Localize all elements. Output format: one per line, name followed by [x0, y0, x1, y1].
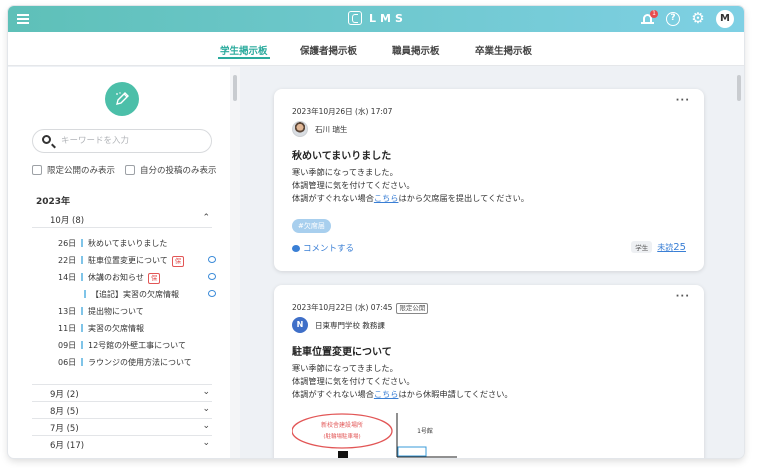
bell-icon[interactable]: 1 — [640, 10, 658, 27]
parking-map-image[interactable]: 新校舎建設場所 (駐輪場駐車場) 1号館 — [292, 411, 472, 458]
notification-badge: 1 — [650, 10, 658, 18]
read-status: 学生 未読25 — [631, 241, 686, 253]
list-item[interactable]: 06日 ラウンジの使用方法について — [58, 357, 218, 372]
app-logo: LMS — [348, 11, 407, 25]
checkbox[interactable] — [125, 165, 135, 175]
chevron-down-icon: ⌄ — [202, 438, 210, 448]
list-item[interactable]: 13日 提出物について — [58, 306, 218, 321]
map-label-site: 新校舎建設場所 — [321, 421, 363, 429]
top-bar: LMS 1 ? ⚙ M — [8, 6, 744, 32]
tab-alumni-board[interactable]: 卒業生掲示板 — [475, 43, 532, 57]
chevron-up-icon: ⌃ — [202, 213, 210, 223]
sidebar-scrollbar[interactable] — [230, 67, 240, 458]
logo-icon — [348, 11, 362, 25]
gear-icon[interactable]: ⚙ — [690, 11, 706, 27]
more-options-icon[interactable]: ··· — [676, 95, 690, 106]
comment-icon — [208, 273, 216, 280]
tab-student-board[interactable]: 学生掲示板 — [218, 43, 270, 59]
post-date: 2023年10月22日 (水) 07:45 限定公開 — [292, 302, 429, 314]
more-options-icon[interactable]: ··· — [676, 291, 690, 302]
comment-icon — [208, 256, 216, 263]
comment-icon — [292, 244, 300, 252]
post-author: 石川 瑞生 — [292, 121, 347, 137]
user-avatar[interactable]: M — [716, 10, 734, 28]
author-avatar: N — [292, 317, 308, 333]
board-tabs: 学生掲示板 保護者掲示板 職員掲示板 卒業生掲示板 — [8, 32, 744, 66]
month-row-september[interactable]: 9月 (2) ⌄ — [32, 384, 212, 401]
search-icon — [42, 135, 51, 144]
post-card: ··· 2023年10月22日 (水) 07:45 限定公開 N 日東専門学校 教… — [274, 285, 704, 458]
chevron-down-icon: ⌄ — [202, 387, 210, 397]
tag-badge: 保 — [147, 273, 161, 284]
hashtag-chip[interactable]: #欠席届 — [292, 219, 331, 233]
comment-icon — [208, 290, 216, 297]
checkbox[interactable] — [32, 165, 42, 175]
post-date: 2023年10月26日 (水) 17:07 — [292, 107, 393, 116]
post-author: N 日東専門学校 教務課 — [292, 317, 385, 333]
filter-own-posts[interactable]: 自分の投稿のみ表示 — [125, 164, 217, 176]
map-label-building: 1号館 — [417, 427, 433, 435]
main-scrollbar[interactable] — [734, 67, 744, 458]
audience-badge: 学生 — [631, 241, 653, 253]
post-title: 駐車位置変更について — [292, 347, 392, 358]
tag-badge: 保 — [171, 256, 185, 267]
list-item[interactable]: 22日 駐車位置変更について保 — [58, 255, 218, 270]
post-title: 秋めいてまいりました — [292, 151, 392, 162]
list-item[interactable]: 09日 12号館の外壁工事について — [58, 340, 218, 355]
list-item[interactable]: 【追記】実習の欠席情報 — [84, 289, 218, 304]
app-window: LMS 1 ? ⚙ M 学生掲示板 保護者掲示板 職員掲示板 卒業生掲示板 キー… — [8, 6, 744, 458]
link-here[interactable]: こちら — [374, 193, 399, 203]
map-label-parking: (駐輪場駐車場) — [323, 432, 360, 440]
post-card: ··· 2023年10月26日 (水) 17:07 石川 瑞生 秋めいてまいりま… — [274, 89, 704, 271]
tab-parent-board[interactable]: 保護者掲示板 — [300, 43, 357, 57]
list-item[interactable]: 26日 秋めいてまいりました — [58, 238, 218, 253]
app-title: LMS — [369, 11, 407, 25]
filter-label: 限定公開のみ表示 — [47, 166, 116, 176]
filter-label: 自分の投稿のみ表示 — [140, 166, 217, 176]
sidebar: 限定公開のみ表示 自分の投稿のみ表示 2023年 10月 (8) ⌃ 26日秋め… — [8, 67, 230, 458]
month-row-june[interactable]: 6月 (17) ⌄ — [32, 435, 212, 452]
chevron-down-icon: ⌄ — [202, 421, 210, 431]
tab-staff-board[interactable]: 職員掲示板 — [392, 43, 440, 57]
author-avatar — [292, 121, 308, 137]
year-heading: 2023年 — [36, 197, 71, 207]
limited-badge: 限定公開 — [396, 303, 429, 314]
month-row-august[interactable]: 8月 (5) ⌄ — [32, 401, 212, 418]
list-item[interactable]: 14日 休講のお知らせ保 — [58, 272, 218, 287]
header-actions: 1 ? ⚙ M — [640, 10, 734, 28]
search-input[interactable] — [61, 134, 206, 148]
pen-icon — [116, 92, 129, 105]
post-feed: ··· 2023年10月26日 (水) 17:07 石川 瑞生 秋めいてまいりま… — [240, 67, 734, 458]
month-row-october[interactable]: 10月 (8) ⌃ — [32, 211, 212, 228]
comment-button[interactable]: コメントする — [292, 242, 354, 254]
post-body: 寒い季節になってきました。 体調管理に気を付けてください。 体調がすぐれない場合… — [292, 167, 529, 203]
search-box — [32, 129, 212, 153]
question-icon[interactable]: ? — [666, 12, 680, 26]
unread-count-link[interactable]: 未読25 — [657, 242, 686, 253]
filter-limited-public[interactable]: 限定公開のみ表示 — [32, 164, 115, 176]
link-here[interactable]: こちら — [374, 389, 399, 399]
compose-button[interactable] — [105, 82, 139, 116]
chevron-down-icon: ⌄ — [202, 404, 210, 414]
post-body: 寒い季節になってきました。 体調管理に気を付けてください。 体調がすぐれない場合… — [292, 363, 513, 399]
hamburger-icon[interactable] — [17, 12, 31, 26]
month-row-july[interactable]: 7月 (5) ⌄ — [32, 418, 212, 435]
list-item[interactable]: 11日 実習の欠席情報 — [58, 323, 218, 338]
